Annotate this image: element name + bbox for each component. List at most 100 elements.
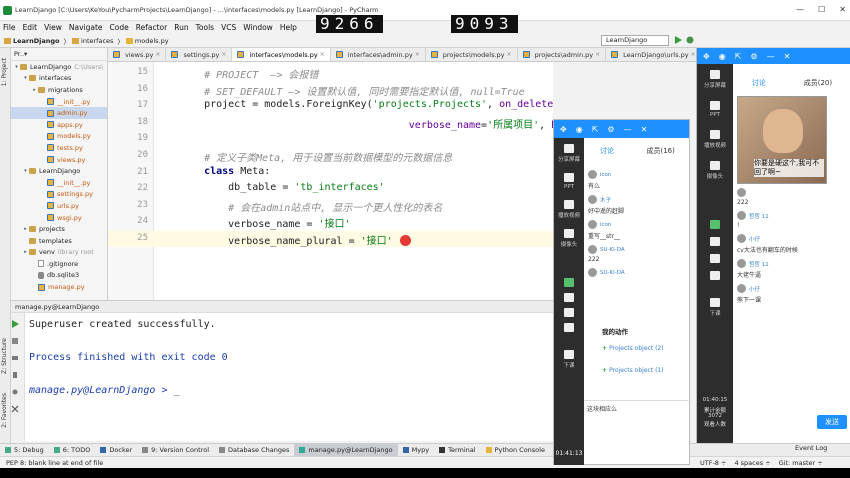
close-tab-icon[interactable]: × [415,51,420,58]
tree-item[interactable]: ▾ LearnDjango C:\Users\ [11,61,107,73]
settings-icon[interactable]: ⚙ [750,52,757,61]
code-line[interactable]: 18 verbose_name='所属项目', help_text='所属项目'… [108,115,553,131]
ppt-button[interactable]: PPT [554,173,584,190]
close-tab-icon[interactable]: × [320,51,325,58]
menu-file[interactable]: File [3,23,16,32]
tool-window-button[interactable]: Terminal [434,444,480,457]
event-log-button[interactable]: Event Log [795,444,827,452]
tab-discussion[interactable]: 讨论 [600,146,614,160]
code-line[interactable]: 21 class Meta: [108,165,553,181]
stop-icon[interactable] [11,337,19,345]
tool-window-button[interactable]: 5: Debug [0,444,49,457]
tree-item[interactable]: __init__.py [11,177,107,189]
tool-window-button[interactable]: 6: TODO [49,444,96,457]
tree-item[interactable]: ▸ migrations [11,84,107,96]
code-editor[interactable]: 15 # PROJECT —> 会报错 16 # SET_DEFAULT —> 设… [108,62,553,300]
settings-icon[interactable]: ⚙ [607,125,614,134]
file-encoding[interactable]: UTF-8 ÷ [700,459,726,467]
tab-members[interactable]: 成员(16) [646,146,674,160]
tool-window-button[interactable]: manage.py@LearnDjango [294,443,398,457]
close-tab-icon[interactable]: × [507,51,512,58]
volume-button[interactable] [697,237,733,246]
tree-item[interactable]: tests.py [11,142,107,154]
camera-button[interactable]: 摄像头 [554,229,584,248]
minimize-icon[interactable]: — [624,125,632,134]
breadcrumb-folder[interactable]: 〉 interfaces [64,36,114,46]
tree-item[interactable]: ▾ LearnDjango [11,165,107,177]
tree-item[interactable]: models.py [11,131,107,143]
tree-item[interactable]: .gitignore [11,258,107,270]
breadcrumb-file[interactable]: 〉 models.py [117,36,168,46]
lock-icon[interactable]: ◉ [576,125,583,134]
tree-item[interactable]: ▸ venv library root [11,247,107,259]
run-tab-title[interactable]: manage.py@LearnDjango [15,303,99,311]
editor-tab[interactable]: LearnDjango\urls.py × [606,48,702,61]
menu-edit[interactable]: Edit [23,23,38,32]
minimize-button[interactable]: — [796,5,804,14]
tab-discussion[interactable]: 讨论 [752,78,766,92]
share-screen-button[interactable]: 分享屏幕 [554,144,584,163]
code-line[interactable]: 15 # PROJECT —> 会报错 [108,65,553,81]
print-icon[interactable] [11,354,19,362]
tool-window-button[interactable]: Python Console [481,444,550,457]
tool-window-button[interactable]: 9: Version Control [137,444,214,457]
menu-view[interactable]: View [44,23,62,32]
close-tab-icon[interactable]: × [155,51,160,58]
tree-item[interactable]: views.py [11,154,107,166]
send-button[interactable]: 发送 [817,415,847,429]
expand-arrow-icon[interactable]: ▾ [13,64,20,70]
music-button[interactable] [554,308,584,317]
editor-tab[interactable]: projects\models.py × [426,48,518,61]
close-icon[interactable]: ✕ [784,52,791,61]
fullscreen-button[interactable] [554,323,584,332]
tool-window-button[interactable]: Database Changes [214,444,294,457]
debug-icon[interactable] [686,36,694,44]
run-icon[interactable] [674,36,682,44]
mic-button[interactable] [554,278,584,287]
code-line[interactable]: 25 verbose_name_plural = '接口' [108,231,553,247]
close-icon[interactable]: ✕ [641,125,648,134]
lock-icon[interactable]: ◉ [719,52,726,61]
pin-icon[interactable]: ✥ [703,52,710,61]
end-class-button[interactable]: 下课 [554,350,584,369]
tab-project[interactable]: 1: Project [1,58,8,86]
close-tab-icon[interactable]: × [691,51,696,58]
close-run-icon[interactable] [11,405,19,413]
volume-button[interactable] [554,293,584,302]
fullscreen-button[interactable] [697,271,733,280]
maximize-button[interactable]: ☐ [818,5,825,14]
tree-item[interactable]: apps.py [11,119,107,131]
editor-tab[interactable]: projects\admin.py × [518,48,607,61]
menu-help[interactable]: Help [280,23,297,32]
play-video-button[interactable]: 播放视频 [697,130,733,149]
tree-item[interactable]: wsgi.py [11,212,107,224]
expand-arrow-icon[interactable]: ▸ [22,249,29,255]
share-icon[interactable]: ⇱ [735,52,742,61]
menu-tools[interactable]: Tools [196,23,214,32]
tool-window-button[interactable]: Mypy [398,444,434,457]
action-item[interactable]: + Projects object (1) [602,367,664,374]
editor-tab[interactable]: interfaces\models.py × [232,48,331,61]
tree-item[interactable]: settings.py [11,189,107,201]
pin-icon[interactable]: ✥ [560,125,567,134]
git-branch[interactable]: Git: master ÷ [779,459,823,467]
tree-item[interactable]: db.sqlite3 [11,270,107,282]
breadcrumb-project[interactable]: LearnDjango [4,37,60,45]
close-button[interactable]: ✕ [839,5,846,14]
tool-window-button[interactable]: Docker [95,444,137,457]
code-line[interactable]: 20 # 定义子类Meta, 用于设置当前数据模型的元数据信息 [108,148,553,164]
close-tab-icon[interactable]: × [595,51,600,58]
tree-item[interactable]: urls.py [11,200,107,212]
end-class-button[interactable]: 下课 [697,298,733,317]
expand-arrow-icon[interactable]: ▾ [22,168,29,174]
menu-code[interactable]: Code [110,23,129,32]
indent-setting[interactable]: 4 spaces ÷ [734,459,770,467]
tree-item[interactable]: ▸ projects [11,223,107,235]
tree-item[interactable]: manage.py [11,281,107,293]
code-line[interactable]: 24 verbose_name = '接口' [108,214,553,230]
menu-window[interactable]: Window [243,23,273,32]
pin-icon[interactable] [11,388,19,396]
menu-navigate[interactable]: Navigate [69,23,103,32]
project-view-select[interactable]: Pr..▾ [14,50,27,58]
tab-members[interactable]: 成员(20) [804,78,832,92]
